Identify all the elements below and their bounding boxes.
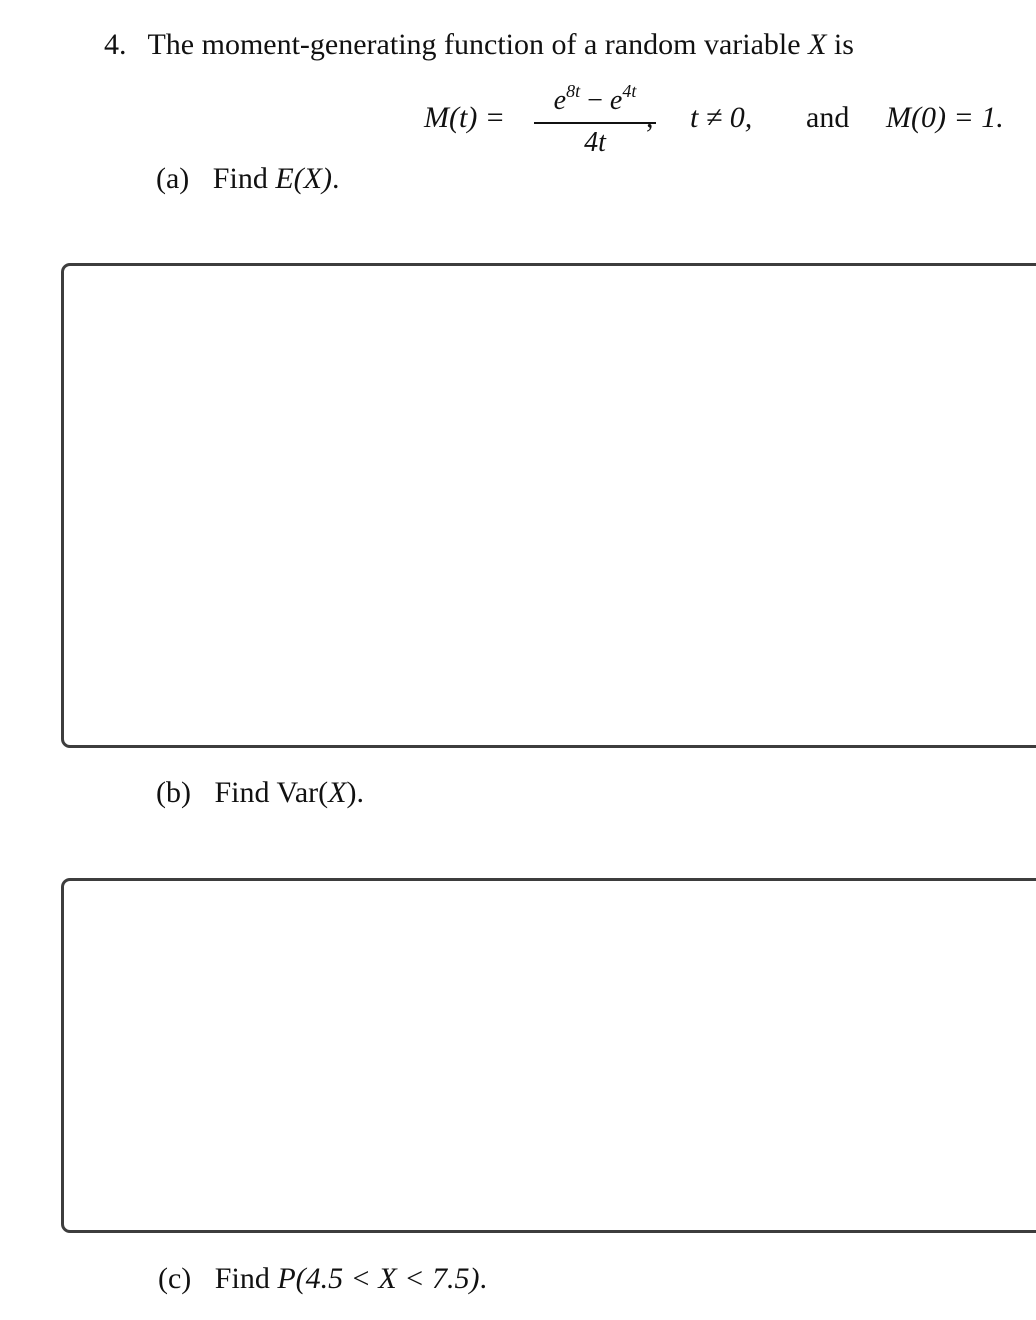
part-b-period: .: [356, 776, 364, 809]
formula-fraction: e8t − e4t 4t: [534, 74, 656, 160]
fraction-bar: [534, 122, 656, 124]
part-a-period: .: [331, 162, 340, 195]
fraction-numerator: e8t − e4t: [534, 74, 656, 118]
numerator-base-1: e: [553, 85, 567, 116]
part-c-prompt: (c) Find P(4.5 < X < 7.5).: [158, 1262, 487, 1296]
formula-comma: ,: [646, 101, 654, 134]
formula-and: and: [806, 101, 850, 134]
fraction-denominator: 4t: [584, 127, 606, 158]
question-variable: X: [808, 28, 827, 61]
part-c-period: .: [479, 1262, 487, 1295]
numerator-minus: −: [587, 85, 603, 116]
formula-condition: t ≠ 0,: [690, 101, 753, 134]
part-b-prompt: (b) Find Var(X).: [156, 776, 364, 810]
numerator-exponent-1: 8t: [566, 81, 581, 101]
numerator-exponent-2: 4t: [622, 81, 637, 101]
question-intro-suffix: is: [833, 28, 854, 61]
part-b-text: Find: [214, 776, 270, 809]
part-b-label: (b): [156, 776, 191, 809]
question-statement: 4. The moment-generating function of a r…: [104, 28, 854, 62]
part-b-variable: X: [328, 776, 347, 809]
formula-lhs: M(t) =: [424, 101, 506, 134]
part-a-prompt: (a) Find E(X).: [156, 162, 339, 196]
answer-box-a[interactable]: [61, 263, 1036, 748]
part-a-label: (a): [156, 162, 190, 195]
part-c-expression: P(4.5 < X < 7.5): [277, 1262, 480, 1295]
formula-initial-value: M(0) = 1.: [886, 101, 1004, 134]
part-a-text: Find: [212, 162, 268, 195]
question-intro-text: The moment-generating function of a rand…: [147, 28, 801, 61]
answer-box-b[interactable]: [61, 878, 1036, 1233]
part-b-expression-close: ): [346, 776, 357, 809]
part-a-expression: E(X): [275, 162, 332, 195]
question-number: 4.: [104, 28, 127, 61]
numerator-base-2: e: [609, 85, 623, 116]
part-c-text: Find: [214, 1262, 270, 1295]
part-b-expression-start: Var(: [276, 776, 329, 809]
part-c-label: (c): [158, 1262, 192, 1295]
